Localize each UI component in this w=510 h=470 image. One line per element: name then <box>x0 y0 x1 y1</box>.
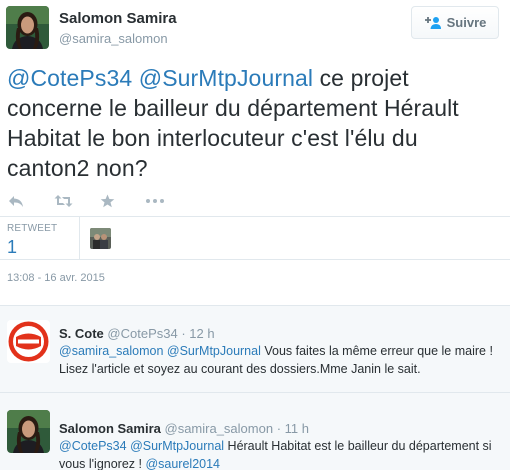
divider <box>0 259 510 260</box>
main-tweet: Salomon Samira @samira_salomon Suivre @C… <box>0 0 510 305</box>
stat-separator <box>79 216 80 259</box>
tweet-actions <box>8 191 192 211</box>
retweet-icon[interactable] <box>54 191 100 211</box>
avatar[interactable] <box>6 6 49 49</box>
tweet-stats: RETWEET 1 <box>0 216 510 259</box>
reply-tweet[interactable]: Salomon Samira @samira_salomon · 11 h @C… <box>0 393 510 470</box>
reply-tweet[interactable]: S. Cote @CotePs34 · 12 h @samira_salomon… <box>0 305 510 392</box>
reply-time[interactable]: · 11 h <box>277 421 309 436</box>
follow-button[interactable]: Suivre <box>411 6 499 39</box>
retweeter-avatar[interactable] <box>90 228 111 249</box>
reply-text: @samira_salomon @SurMtpJournal Vous fait… <box>59 342 504 378</box>
reply-author-handle[interactable]: @CotePs34 <box>107 326 177 341</box>
avatar[interactable] <box>7 320 50 363</box>
mention-link[interactable]: @CotePs34 <box>7 65 132 91</box>
author-handle[interactable]: @samira_salomon <box>59 31 168 46</box>
add-user-icon <box>424 16 441 29</box>
mention-link[interactable]: @samira_salomon <box>59 344 163 358</box>
mention-link[interactable]: @SurMtpJournal <box>130 439 224 453</box>
reply-author-handle[interactable]: @samira_salomon <box>165 421 274 436</box>
favorite-icon[interactable] <box>100 191 146 211</box>
tweet-text: @CotePs34 @SurMtpJournal ce projet conce… <box>7 63 502 183</box>
mention-link[interactable]: @CotePs34 <box>59 439 127 453</box>
reply-author: S. Cote @CotePs34 · 12 h <box>59 326 215 341</box>
follow-label: Suivre <box>446 15 487 30</box>
tweet-timestamp[interactable]: 13:08 - 16 avr. 2015 <box>7 272 105 284</box>
avatar[interactable] <box>7 410 50 453</box>
reply-time[interactable]: · 12 h <box>181 326 214 341</box>
reply-author-name[interactable]: S. Cote <box>59 326 104 341</box>
reply-text: @CotePs34 @SurMtpJournal Hérault Habitat… <box>59 437 504 470</box>
mention-link[interactable]: @saurel2014 <box>145 457 220 470</box>
replies-list: S. Cote @CotePs34 · 12 h @samira_salomon… <box>0 305 510 470</box>
author-name[interactable]: Salomon Samira <box>59 10 177 27</box>
mention-link[interactable]: @SurMtpJournal <box>139 65 313 91</box>
retweet-stat-label: RETWEET <box>7 223 58 234</box>
reply-author: Salomon Samira @samira_salomon · 11 h <box>59 421 309 436</box>
retweet-stat-count[interactable]: 1 <box>7 237 17 258</box>
reply-icon[interactable] <box>8 191 54 211</box>
reply-author-name[interactable]: Salomon Samira <box>59 421 161 436</box>
mention-link[interactable]: @SurMtpJournal <box>167 344 261 358</box>
more-icon[interactable] <box>146 191 192 211</box>
